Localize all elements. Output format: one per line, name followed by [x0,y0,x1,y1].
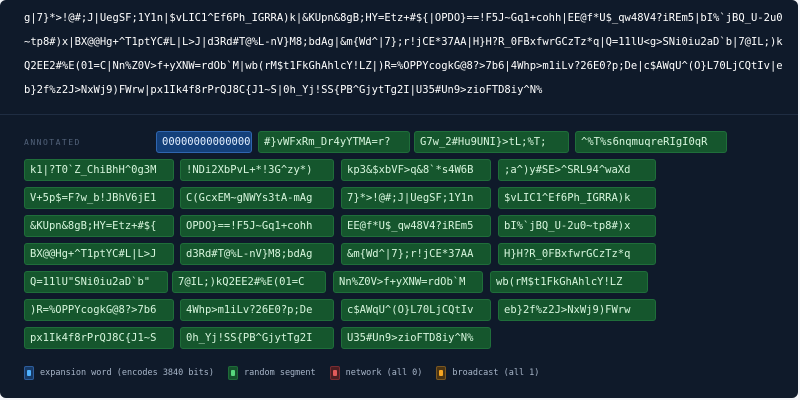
random-segment-chip: wb(rM$t1FkGhAhlcY!LZ [490,271,648,293]
random-segment-chip: Q=11lU"SNi0iu2aD`b" [24,271,168,293]
random-segment-chip: 0h_Yj!SS{PB^GjytTg2I [180,327,334,349]
annotated-address-panel: g|7}*>!@#;J|UegSF;1Y1n|$vLIC1^Ef6Ph_IGRR… [0,0,798,398]
legend-item-blue: expansion word (encodes 3840 bits) [24,366,214,380]
legend-label: expansion word (encodes 3840 bits) [40,368,214,378]
red-swatch-icon [329,366,340,380]
orange-swatch-icon [436,366,447,380]
legend-item-orange: broadcast (all 1) [436,366,539,380]
legend-item-green: random segment [228,366,316,380]
expansion-word-chip: 000000000000000000jF [156,131,252,153]
random-segment-chip: U35#Un9>zioFTD8iy^N% [341,327,491,349]
random-segment-chip: )R=%OPPYcogkG@8?>7b6 [24,299,174,321]
green-swatch-icon [228,366,238,380]
random-segment-chip: 7@IL;)kQ2EE2#%E(01=C [172,271,326,293]
random-segment-chip: $vLIC1^Ef6Ph_IGRRA)k [498,187,656,209]
random-segment-chip: #}vWFxRm_Dr4yYTMA=r? [258,131,410,153]
random-segment-chip: 4Whp>m1iLv?26E0?p;De [180,299,334,321]
random-segment-chip: OPDO}==!F5J~Gq1+cohh [180,215,334,237]
random-segment-chip: px1Ik4f8rPrQJ8C{J1~S [24,327,174,349]
random-segment-chip: &KUpn&8gB;HY=Etz+#${ [24,215,174,237]
random-segment-chip: c$AWqU^(O}L70LjCQtIv [341,299,491,321]
segment-chips: 000000000000000000jF #}vWFxRm_Dr4yYTMA=r?… [0,0,800,400]
random-segment-chip: BX@@Hg+^T1ptYC#L|L>J [24,243,174,265]
blue-swatch-icon [24,366,34,380]
random-segment-chip: V+5p$=F?w_b!JBhV6jE1 [24,187,174,209]
random-segment-chip: C(GcxEM~gNWYs3tA-mAg [180,187,334,209]
legend-label: broadcast (all 1) [452,368,540,378]
random-segment-chip: eb}2f%z2J>NxWj9)FWrw [498,299,656,321]
random-segment-chip: k1|?T0`Z_ChiBhH^0g3M [24,159,174,181]
random-segment-chip: kp3&$xbVF>q&8`*s4W6B [341,159,491,181]
random-segment-chip: ^%T%s6nqmuqreRIgI0qR [575,131,727,153]
legend-label: network (all 0) [345,368,423,378]
random-segment-chip: H}H?R_0FBxfwrGCzTz*q [498,243,656,265]
random-segment-chip: !NDi2XbPvL+*!3G^zy*) [180,159,334,181]
random-segment-chip: G7w_2#Hu9UNI}>tL;%T; [414,131,569,153]
random-segment-chip: d3Rd#T@%L-nV}M8;bdAg [180,243,334,265]
legend-item-red: network (all 0) [329,366,423,380]
random-segment-chip: bI%`jBQ_U-2u0~tp8#)x [498,215,656,237]
legend-label: random segment [244,368,316,378]
random-segment-chip: EE@f*U$_qw48V4?iREm5 [341,215,491,237]
legend: expansion word (encodes 3840 bits) random… [24,362,539,384]
random-segment-chip: Nn%Z0V>f+yXNW=rdOb`M [333,271,483,293]
random-segment-chip: ;a^)y#SE>^SRL94^waXd [498,159,656,181]
random-segment-chip: 7}*>!@#;J|UegSF;1Y1n [341,187,491,209]
random-segment-chip: &m{Wd^|7};r!jCE*37AA [341,243,491,265]
